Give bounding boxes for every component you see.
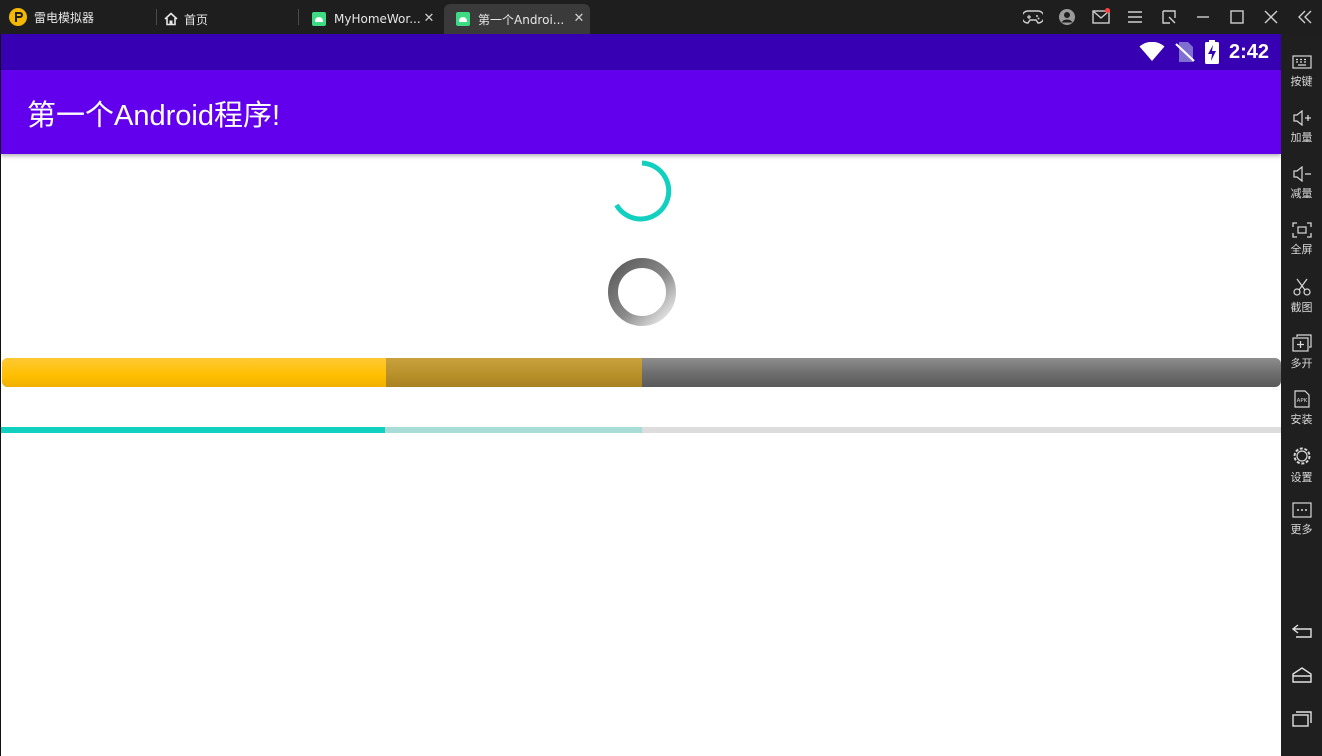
user-icon bbox=[1059, 9, 1075, 25]
svg-text:APK: APK bbox=[1296, 398, 1307, 404]
tab-label: 第一个Androi... bbox=[478, 12, 565, 27]
tab-active-app[interactable]: 第一个Androi... ✕ bbox=[444, 4, 590, 34]
close-window-button[interactable] bbox=[1254, 0, 1288, 34]
sidebar-item-volume-up[interactable]: 加量 bbox=[1281, 108, 1322, 160]
app-brand[interactable]: 雷电模拟器 bbox=[8, 0, 94, 34]
sidebar-item-label: 加量 bbox=[1290, 131, 1313, 144]
fullscreen-icon bbox=[1291, 222, 1312, 238]
status-clock: 2:42 bbox=[1228, 40, 1269, 63]
sidebar-item-label: 更多 bbox=[1290, 523, 1313, 536]
thin-progress-bar bbox=[1, 427, 1281, 433]
gamepad-icon bbox=[1023, 10, 1043, 24]
sidebar-item-more[interactable]: 更多 bbox=[1281, 500, 1322, 552]
progress-primary-fill bbox=[1, 427, 386, 433]
back-button[interactable] bbox=[1281, 616, 1322, 646]
volume-down-icon bbox=[1292, 166, 1311, 182]
battery-charging-icon bbox=[1204, 40, 1219, 64]
sidebar-item-label: 多开 bbox=[1290, 357, 1313, 370]
android-app-icon bbox=[456, 12, 470, 26]
emulator-titlebar: 雷电模拟器 首页 MyHomeWor... ✕ 第一个Androi... ✕ bbox=[0, 0, 1322, 34]
pin-window-button[interactable] bbox=[1152, 0, 1186, 34]
home-icon bbox=[164, 12, 178, 26]
account-button[interactable] bbox=[1050, 0, 1084, 34]
sidebar-item-volume-down[interactable]: 减量 bbox=[1281, 164, 1322, 216]
tab-separator bbox=[298, 9, 299, 25]
home-button[interactable] bbox=[1281, 660, 1322, 690]
minimize-icon bbox=[1197, 16, 1209, 18]
recent-apps-icon bbox=[1291, 711, 1312, 727]
collapse-sidebar-button[interactable] bbox=[1288, 0, 1322, 34]
more-icon bbox=[1291, 502, 1312, 518]
maximize-button[interactable] bbox=[1220, 0, 1254, 34]
large-progress-spinner bbox=[608, 258, 676, 326]
tab-home[interactable]: 首页 bbox=[164, 4, 208, 34]
minimize-button[interactable] bbox=[1186, 0, 1220, 34]
menu-button[interactable] bbox=[1118, 0, 1152, 34]
notification-dot bbox=[1105, 8, 1110, 13]
sidebar-item-label: 截图 bbox=[1290, 301, 1313, 314]
recent-apps-button[interactable] bbox=[1281, 704, 1322, 734]
android-screen: 2:42 第一个Android程序! bbox=[0, 34, 1281, 756]
resize-icon bbox=[1162, 10, 1176, 24]
sidebar-item-label: 按键 bbox=[1290, 75, 1313, 88]
tab-separator bbox=[156, 9, 157, 25]
keyboard-icon bbox=[1291, 55, 1312, 69]
sidebar-item-multi-instance[interactable]: 多开 bbox=[1281, 332, 1322, 384]
double-chevron-left-icon bbox=[1298, 10, 1312, 24]
gamepad-button[interactable] bbox=[1016, 0, 1050, 34]
android-app-icon bbox=[312, 12, 326, 26]
leidian-logo-icon bbox=[9, 8, 27, 26]
apk-icon: APK bbox=[1293, 390, 1310, 408]
sidebar-item-install-apk[interactable]: APK 安装 bbox=[1281, 388, 1322, 440]
sidebar-item-keymap[interactable]: 按键 bbox=[1281, 52, 1322, 104]
progress-primary-fill bbox=[2, 358, 386, 387]
emulator-sidebar: 按键 加量 减量 全屏 截图 多开 APK 安装 设置 更多 bbox=[1281, 34, 1322, 756]
sidebar-item-fullscreen[interactable]: 全屏 bbox=[1281, 220, 1322, 272]
sidebar-item-label: 设置 bbox=[1290, 471, 1313, 484]
no-sim-icon bbox=[1175, 42, 1195, 62]
wifi-icon bbox=[1139, 42, 1165, 61]
sidebar-item-settings[interactable]: 设置 bbox=[1281, 444, 1322, 496]
sidebar-item-label: 减量 bbox=[1290, 187, 1313, 200]
app-name: 雷电模拟器 bbox=[34, 10, 95, 25]
status-icons: 2:42 bbox=[1139, 34, 1269, 70]
sidebar-item-screenshot[interactable]: 截图 bbox=[1281, 276, 1322, 328]
volume-up-icon bbox=[1292, 110, 1311, 126]
close-icon bbox=[1264, 10, 1278, 24]
circular-progress-spinner bbox=[614, 160, 672, 222]
close-icon[interactable]: ✕ bbox=[572, 12, 586, 26]
tab-myhomework[interactable]: MyHomeWor... ✕ bbox=[300, 4, 440, 34]
gear-icon bbox=[1293, 447, 1310, 465]
back-icon bbox=[1291, 624, 1312, 638]
maximize-icon bbox=[1230, 10, 1244, 24]
page-title: 第一个Android程序! bbox=[27, 100, 281, 132]
mail-button[interactable] bbox=[1084, 0, 1118, 34]
horizontal-progress-bar bbox=[2, 358, 1281, 387]
close-icon[interactable]: ✕ bbox=[422, 12, 436, 26]
app-bar: 第一个Android程序! bbox=[1, 70, 1281, 154]
home-icon bbox=[1291, 667, 1312, 683]
menu-icon bbox=[1128, 11, 1142, 23]
tab-label: 首页 bbox=[184, 12, 209, 27]
window-controls bbox=[1016, 0, 1322, 34]
multi-instance-icon bbox=[1291, 334, 1312, 352]
scissors-icon bbox=[1292, 278, 1311, 296]
sidebar-item-label: 全屏 bbox=[1290, 243, 1313, 256]
sidebar-item-label: 安装 bbox=[1290, 413, 1313, 426]
tab-label: MyHomeWor... bbox=[334, 12, 421, 26]
status-bar: 2:42 bbox=[1, 34, 1281, 70]
